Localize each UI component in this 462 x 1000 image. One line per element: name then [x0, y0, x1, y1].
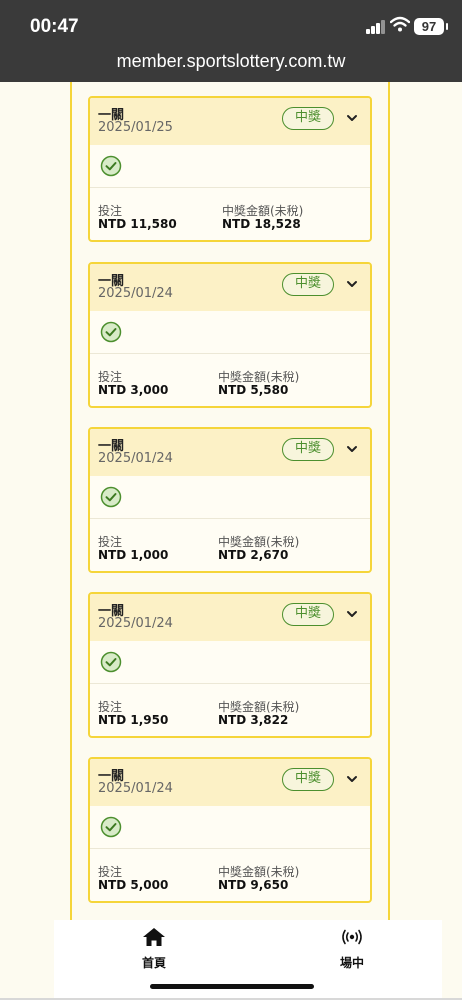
chevron-down-icon[interactable]: [346, 609, 358, 619]
ticket-card[interactable]: 一關 2025/01/24 中獎 投注 NTD 3,000 中獎金額(未稅) N…: [88, 262, 372, 408]
winnings-value: NTD 9,650: [218, 878, 289, 892]
check-circle-icon: [100, 816, 122, 838]
status-badge: 中獎: [282, 768, 334, 791]
winnings-value: NTD 18,528: [222, 217, 301, 231]
stake-value: NTD 11,580: [98, 217, 177, 231]
bet-date: 2025/01/24: [98, 781, 173, 796]
bet-date: 2025/01/24: [98, 286, 173, 301]
ticket-card-header[interactable]: 一關 2025/01/24 中獎: [90, 264, 370, 311]
tab-home-label: 首頁: [141, 956, 166, 970]
tab-home[interactable]: 首頁: [114, 926, 194, 971]
chevron-down-icon[interactable]: [346, 444, 358, 454]
bet-date: 2025/01/24: [98, 616, 173, 631]
battery-icon: 97: [414, 18, 448, 35]
bet-date: 2025/01/24: [98, 451, 173, 466]
tab-live-label: 場中: [339, 956, 364, 970]
ticket-card[interactable]: 一關 2025/01/24 中獎 投注 NTD 1,950 中獎金額(未稅) N…: [88, 592, 372, 738]
home-indicator[interactable]: [150, 984, 314, 989]
broadcast-icon: [342, 929, 362, 945]
stake-value: NTD 1,000: [98, 548, 169, 562]
bet-date: 2025/01/25: [98, 120, 173, 135]
ticket-card[interactable]: 一關 2025/01/25 中獎 投注 NTD 11,580 中獎金額(未稅) …: [88, 96, 372, 242]
status-time: 00:47: [30, 16, 79, 37]
ticket-card-header[interactable]: 一關 2025/01/24 中獎: [90, 594, 370, 641]
status-bar: 00:47 97: [0, 0, 462, 46]
stake-value: NTD 5,000: [98, 878, 169, 892]
home-icon: [143, 928, 165, 946]
winnings-value: NTD 3,822: [218, 713, 289, 727]
card-divider: [90, 683, 370, 684]
cellular-signal-icon: [366, 20, 386, 34]
chevron-down-icon[interactable]: [346, 113, 358, 123]
ticket-card-header[interactable]: 一關 2025/01/25 中獎: [90, 98, 370, 145]
url-text[interactable]: member.sportslottery.com.tw: [117, 51, 346, 71]
card-divider: [90, 353, 370, 354]
ticket-card-header[interactable]: 一關 2025/01/24 中獎: [90, 759, 370, 806]
stake-value: NTD 3,000: [98, 383, 169, 397]
check-circle-icon: [100, 486, 122, 508]
ticket-card-header[interactable]: 一關 2025/01/24 中獎: [90, 429, 370, 476]
winnings-value: NTD 2,670: [218, 548, 289, 562]
check-circle-icon: [100, 321, 122, 343]
ticket-card[interactable]: 一關 2025/01/24 中獎 投注 NTD 1,000 中獎金額(未稅) N…: [88, 427, 372, 573]
status-badge: 中獎: [282, 603, 334, 626]
status-badge: 中獎: [282, 273, 334, 296]
check-circle-icon: [100, 651, 122, 673]
chevron-down-icon[interactable]: [346, 279, 358, 289]
card-divider: [90, 848, 370, 849]
status-badge: 中獎: [282, 107, 334, 130]
chevron-down-icon[interactable]: [346, 774, 358, 784]
url-bar[interactable]: member.sportslottery.com.tw: [0, 46, 462, 82]
card-divider: [90, 518, 370, 519]
stake-value: NTD 1,950: [98, 713, 169, 727]
ticket-list-scroll[interactable]: 一關 2025/01/25 中獎 投注 NTD 11,580 中獎金額(未稅) …: [0, 82, 462, 920]
card-divider: [90, 187, 370, 188]
tab-live[interactable]: 場中: [312, 926, 392, 971]
winnings-value: NTD 5,580: [218, 383, 289, 397]
wifi-icon: [390, 16, 410, 32]
status-badge: 中獎: [282, 438, 334, 461]
ticket-card[interactable]: 一關 2025/01/24 中獎 投注 NTD 5,000 中獎金額(未稅) N…: [88, 757, 372, 903]
check-circle-icon: [100, 155, 122, 177]
